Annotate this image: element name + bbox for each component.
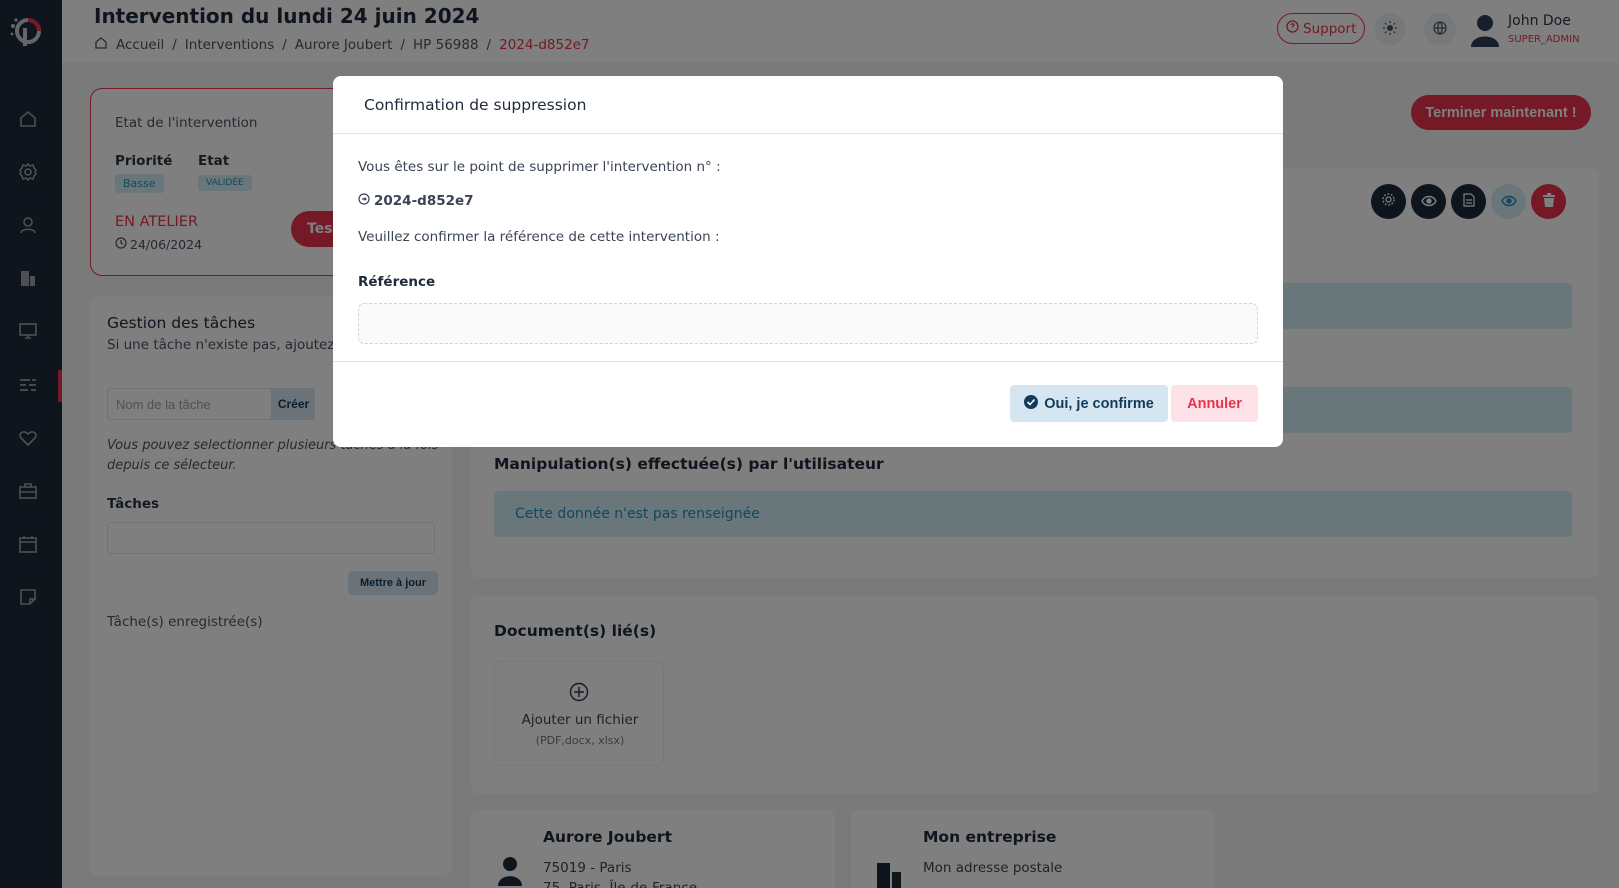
reference-field-label: Référence (358, 274, 436, 290)
modal-header: Confirmation de suppression (333, 76, 1283, 134)
modal-text-1: Vous êtes sur le point de supprimer l'in… (358, 159, 721, 175)
modal-reference-value: 2024-d852e7 (374, 193, 474, 209)
confirm-label: Oui, je confirme (1044, 395, 1154, 412)
modal-text-2: Veuillez confirmer la référence de cette… (358, 229, 720, 245)
cancel-button[interactable]: Annuler (1171, 385, 1258, 422)
modal-title: Confirmation de suppression (364, 95, 587, 114)
confirm-delete-button[interactable]: Oui, je confirme (1010, 385, 1168, 422)
check-circle-icon (1024, 394, 1039, 413)
reference-input[interactable] (358, 303, 1258, 344)
modal-body: Vous êtes sur le point de supprimer l'in… (333, 134, 1283, 362)
arrow-circle-icon (358, 193, 370, 209)
modal-reference-row: 2024-d852e7 (358, 193, 474, 209)
delete-confirmation-modal: Confirmation de suppression Vous êtes su… (333, 76, 1283, 447)
